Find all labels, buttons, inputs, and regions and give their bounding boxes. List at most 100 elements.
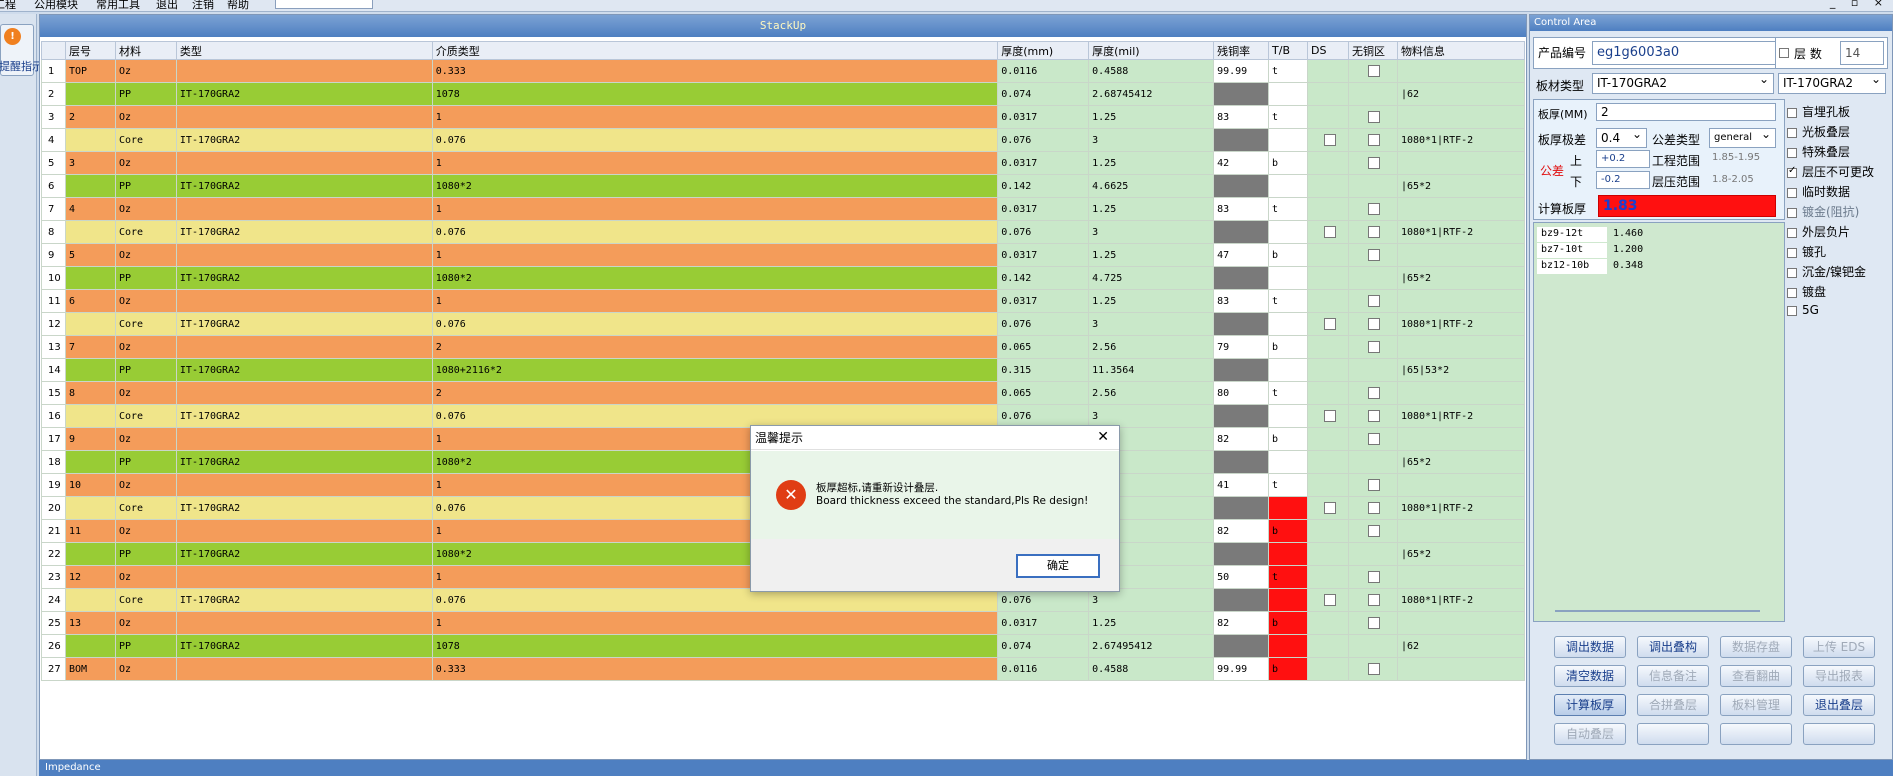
thickness-mil-cell[interactable]: 2.67495412: [1088, 634, 1215, 658]
residual-copper-cell[interactable]: 82: [1213, 611, 1270, 635]
tb-cell[interactable]: [1268, 82, 1309, 106]
material-cell[interactable]: PP: [114, 542, 177, 566]
menu-item-project[interactable]: 工程: [0, 0, 16, 11]
type-cell[interactable]: [175, 381, 433, 405]
material-info-cell[interactable]: |62: [1396, 634, 1526, 658]
material-cell[interactable]: Oz: [114, 427, 177, 451]
no-copper-cell[interactable]: [1347, 358, 1398, 382]
action-button[interactable]: 板料管理: [1720, 694, 1792, 716]
layer-cell[interactable]: [64, 220, 116, 244]
material-info-cell[interactable]: [1396, 197, 1526, 221]
no-copper-checkbox[interactable]: [1368, 387, 1381, 399]
thickness-mil-cell[interactable]: 3: [1088, 312, 1215, 336]
no-copper-checkbox[interactable]: [1368, 479, 1381, 491]
no-copper-checkbox[interactable]: [1368, 525, 1381, 537]
action-button[interactable]: 调出数据: [1554, 636, 1626, 658]
material-info-cell[interactable]: |62: [1396, 82, 1526, 106]
material-info-cell[interactable]: |65|53*2: [1396, 358, 1526, 382]
residual-copper-cell[interactable]: [1213, 450, 1270, 474]
no-copper-checkbox[interactable]: [1368, 341, 1381, 353]
option-checkbox[interactable]: 特殊叠层: [1787, 143, 1850, 160]
ds-cell[interactable]: [1307, 657, 1349, 681]
type-cell[interactable]: IT-170GRA2: [175, 358, 433, 382]
board-type-select-2[interactable]: IT-170GRA2: [1778, 73, 1886, 94]
option-checkbox[interactable]: 镀盘: [1787, 283, 1826, 300]
tolerance-type-select[interactable]: general: [1709, 128, 1776, 148]
stackup-row[interactable]: 12 Core IT-170GRA2 0.076 0.076 3 1080*1|RTF-2: [41, 312, 1526, 336]
no-copper-cell[interactable]: [1347, 174, 1398, 198]
material-info-cell[interactable]: [1396, 565, 1526, 589]
thickness-mm-cell[interactable]: 0.0317: [997, 289, 1090, 313]
dielectric-cell[interactable]: 0.333: [431, 657, 999, 681]
no-copper-checkbox[interactable]: [1368, 617, 1381, 629]
residual-copper-cell[interactable]: 99.99: [1213, 657, 1270, 681]
tb-cell[interactable]: [1268, 588, 1309, 612]
tb-cell[interactable]: b: [1268, 657, 1309, 681]
no-copper-checkbox[interactable]: [1368, 295, 1381, 307]
stackup-row[interactable]: 1 TOP Oz 0.333 0.0116 0.4588 99.99 t: [41, 59, 1526, 83]
stackup-row[interactable]: 27 BOM Oz 0.333 0.0116 0.4588 99.99 b: [41, 657, 1526, 681]
tb-cell[interactable]: [1268, 358, 1309, 382]
type-cell[interactable]: IT-170GRA2: [175, 220, 433, 244]
thickness-mil-cell[interactable]: 1.25: [1088, 151, 1215, 175]
material-info-cell[interactable]: [1396, 381, 1526, 405]
residual-copper-cell[interactable]: 99.99: [1213, 59, 1270, 83]
no-copper-cell[interactable]: [1347, 243, 1398, 267]
dielectric-cell[interactable]: 1080*2: [431, 174, 999, 198]
option-checkbox[interactable]: 盲埋孔板: [1787, 103, 1850, 120]
type-cell[interactable]: IT-170GRA2: [175, 450, 433, 474]
no-copper-checkbox[interactable]: [1368, 594, 1381, 606]
type-cell[interactable]: IT-170GRA2: [175, 174, 433, 198]
thickness-mil-cell[interactable]: 3: [1088, 128, 1215, 152]
material-info-cell[interactable]: [1396, 243, 1526, 267]
thickness-field[interactable]: 2: [1596, 103, 1776, 121]
material-info-cell[interactable]: 1080*1|RTF-2: [1396, 128, 1526, 152]
layers-checkbox[interactable]: [1779, 48, 1789, 58]
type-cell[interactable]: IT-170GRA2: [175, 496, 433, 520]
dielectric-cell[interactable]: 1078: [431, 82, 999, 106]
material-cell[interactable]: Oz: [114, 565, 177, 589]
residual-copper-cell[interactable]: [1213, 496, 1270, 520]
ds-cell[interactable]: [1307, 220, 1349, 244]
layer-cell[interactable]: BOM: [64, 657, 116, 681]
layer-cell[interactable]: [64, 358, 116, 382]
tb-cell[interactable]: [1268, 266, 1309, 290]
thickness-mm-cell[interactable]: 0.0116: [997, 59, 1090, 83]
upper-tolerance-field[interactable]: +0.2: [1596, 150, 1650, 168]
type-cell[interactable]: IT-170GRA2: [175, 128, 433, 152]
no-copper-cell[interactable]: [1347, 381, 1398, 405]
no-copper-checkbox[interactable]: [1368, 410, 1381, 422]
type-cell[interactable]: [175, 197, 433, 221]
type-cell[interactable]: [175, 59, 433, 83]
type-cell[interactable]: [175, 611, 433, 635]
dielectric-cell[interactable]: 0.076: [431, 128, 999, 152]
no-copper-cell[interactable]: [1347, 450, 1398, 474]
type-cell[interactable]: [175, 427, 433, 451]
layer-cell[interactable]: 5: [64, 243, 116, 267]
residual-copper-cell[interactable]: [1213, 358, 1270, 382]
board-type-select[interactable]: IT-170GRA2: [1592, 73, 1774, 94]
material-cell[interactable]: Core: [114, 128, 177, 152]
material-cell[interactable]: Oz: [114, 289, 177, 313]
layer-cell[interactable]: [64, 128, 116, 152]
material-cell[interactable]: Oz: [114, 335, 177, 359]
material-cell[interactable]: PP: [114, 266, 177, 290]
checkbox-box[interactable]: [1787, 287, 1797, 298]
material-cell[interactable]: Oz: [114, 197, 177, 221]
menu-item-common-modules[interactable]: 公用模块: [34, 0, 78, 11]
stackup-row[interactable]: 13 7 Oz 2 0.065 2.56 79 b: [41, 335, 1526, 359]
ds-checkbox[interactable]: [1323, 134, 1336, 146]
layer-cell[interactable]: 7: [64, 335, 116, 359]
type-cell[interactable]: IT-170GRA2: [175, 312, 433, 336]
layer-cell[interactable]: [64, 542, 116, 566]
material-info-cell[interactable]: [1396, 335, 1526, 359]
stackup-row[interactable]: 3 2 Oz 1 0.0317 1.25 83 t: [41, 105, 1526, 129]
type-cell[interactable]: [175, 657, 433, 681]
tb-cell[interactable]: [1268, 404, 1309, 428]
checkbox-box[interactable]: [1787, 227, 1797, 238]
tb-cell[interactable]: [1268, 220, 1309, 244]
option-checkbox[interactable]: 光板叠层: [1787, 123, 1850, 140]
thickness-mm-cell[interactable]: 0.0317: [997, 243, 1090, 267]
material-cell[interactable]: Oz: [114, 243, 177, 267]
no-copper-cell[interactable]: [1347, 266, 1398, 290]
